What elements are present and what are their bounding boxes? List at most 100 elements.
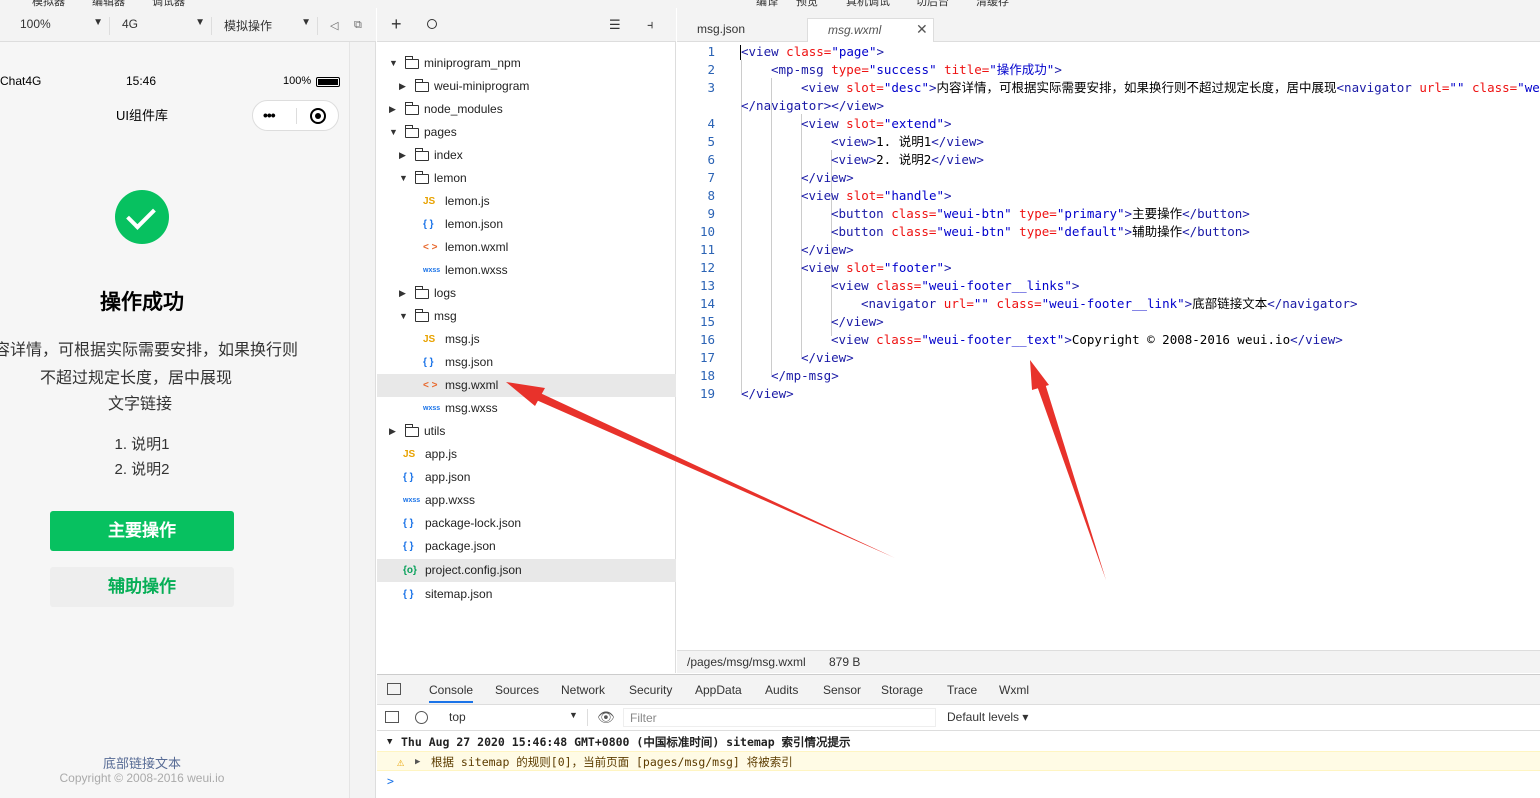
search-icon[interactable] (427, 19, 437, 29)
tree-item[interactable]: { } msg.json (377, 351, 676, 374)
tree-item[interactable]: ▶ index (377, 144, 676, 167)
code-line[interactable]: 6 <view>2. 说明2</view> (677, 151, 1540, 169)
primary-button[interactable]: 主要操作 (50, 511, 234, 551)
chevron-right-icon[interactable]: ▶ (399, 75, 406, 98)
chevron-right-icon[interactable]: ▶ (399, 282, 406, 305)
tree-item[interactable]: ▼ miniprogram_npm (377, 52, 676, 75)
code-line[interactable]: 2 <mp-msg type="success" title="操作成功"> (677, 61, 1540, 79)
code-line[interactable]: 10 <button class="weui-btn" type="default… (677, 223, 1540, 241)
collapse-list-icon[interactable]: ☰ (609, 17, 621, 33)
window-icon[interactable]: ⧉ (354, 19, 362, 32)
tree-item[interactable]: < > msg.wxml (377, 374, 676, 397)
tree-item[interactable]: ▼ lemon (377, 167, 676, 190)
code-line[interactable]: 14 <navigator url="" class="weui-footer__… (677, 295, 1540, 313)
code-line[interactable]: 13 <view class="weui-footer__links"> (677, 277, 1540, 295)
devtools-tab-trace[interactable]: Trace (947, 683, 977, 697)
menu-background[interactable]: 切后台 (916, 0, 949, 8)
chevron-down-icon[interactable]: ▼ (399, 305, 408, 328)
code-line[interactable]: 16 <view class="weui-footer__text">Copyri… (677, 331, 1540, 349)
code-line[interactable]: 3 <view slot="desc">内容详情，可根据实际需要安排，如果换行则不… (677, 79, 1540, 97)
code-line[interactable]: 4 <view slot="extend"> (677, 115, 1540, 133)
code-line[interactable]: 5 <view>1. 说明1</view> (677, 133, 1540, 151)
mode-select[interactable]: 模拟操作 ▼ (224, 17, 318, 35)
code-line[interactable]: 1 <view class="page"> (677, 43, 1540, 61)
inspect-icon[interactable] (387, 683, 401, 695)
devtools-tab-audits[interactable]: Audits (765, 683, 798, 697)
chevron-right-icon[interactable]: ▶ (389, 420, 396, 443)
footer-link[interactable]: 底部链接文本 (0, 753, 284, 772)
volume-icon[interactable]: ◁ (330, 19, 338, 32)
devtools-tab-wxml[interactable]: Wxml (999, 683, 1029, 697)
chevron-right-icon[interactable]: ▶ (399, 144, 406, 167)
default-button[interactable]: 辅助操作 (50, 567, 234, 607)
devtools-tab-sensor[interactable]: Sensor (823, 683, 861, 697)
tree-item[interactable]: JS msg.js (377, 328, 676, 351)
clear-icon[interactable] (415, 711, 428, 724)
devtools-tab-console[interactable]: Console (429, 683, 474, 703)
code-line[interactable]: 12 <view slot="footer"> (677, 259, 1540, 277)
expand-arrow-icon[interactable]: ▼ (387, 733, 392, 751)
tree-item[interactable]: ▼ pages (377, 121, 676, 144)
devtools-tab-appdata[interactable]: AppData (695, 683, 742, 697)
more-icon[interactable]: ••• (263, 107, 276, 123)
filter-input[interactable]: Filter (623, 708, 936, 727)
devtools-tab-sources[interactable]: Sources (495, 683, 539, 697)
menu-editor[interactable]: 编辑器 (92, 0, 125, 8)
network-select[interactable]: 4G ▼ (122, 17, 212, 35)
code-line[interactable]: 18 </mp-msg> (677, 367, 1540, 385)
menu-clear-cache[interactable]: 清缓存 (976, 0, 1009, 8)
tree-item[interactable]: wxss lemon.wxss (377, 259, 676, 282)
code-line[interactable]: 8 <view slot="handle"> (677, 187, 1540, 205)
tree-item[interactable]: ▼ msg (377, 305, 676, 328)
code-line[interactable]: 11 </view> (677, 241, 1540, 259)
zoom-select[interactable]: 100% ▼ (20, 17, 110, 35)
code-line[interactable]: 9 <button class="weui-btn" type="primary"… (677, 205, 1540, 223)
chevron-down-icon[interactable]: ▼ (389, 121, 398, 144)
code-line[interactable]: 7 </view> (677, 169, 1540, 187)
context-select[interactable]: top (449, 710, 466, 724)
tree-item[interactable]: JS app.js (377, 443, 676, 466)
menu-debugger[interactable]: 调试器 (152, 0, 185, 8)
tree-item[interactable]: { } sitemap.json (377, 583, 676, 606)
devtools-tab-storage[interactable]: Storage (881, 683, 923, 697)
log-warning[interactable]: ⚠ ▶ 根据 sitemap 的规则[0]，当前页面 [pages/msg/ms… (377, 751, 1540, 771)
tree-item[interactable]: JS lemon.js (377, 190, 676, 213)
code-line[interactable]: </navigator></view> (677, 97, 1540, 115)
tree-item[interactable]: { } package.json (377, 535, 676, 558)
log-sitemap-group[interactable]: ▼ Thu Aug 27 2020 15:46:48 GMT+0800 (中国标… (377, 733, 1540, 751)
capsule-menu[interactable]: ••• (252, 100, 339, 131)
devtools-tab-network[interactable]: Network (561, 683, 605, 697)
expand-arrow-icon[interactable]: ▶ (415, 752, 420, 772)
code-line[interactable]: 15 </view> (677, 313, 1540, 331)
code-line[interactable]: 17 </view> (677, 349, 1540, 367)
chevron-down-icon[interactable]: ▼ (399, 167, 408, 190)
tree-item[interactable]: wxss app.wxss (377, 489, 676, 512)
eye-icon[interactable]: 👁 (597, 709, 615, 726)
close-target-icon[interactable] (310, 108, 326, 124)
menu-compile[interactable]: 编译 (756, 0, 778, 8)
add-icon[interactable]: + (391, 14, 402, 35)
tree-item[interactable]: { } app.json (377, 466, 676, 489)
tree-item[interactable]: wxss msg.wxss (377, 397, 676, 420)
code-line[interactable]: 19 </view> (677, 385, 1540, 403)
close-icon[interactable]: ✕ (916, 21, 928, 38)
tree-item[interactable]: < > lemon.wxml (377, 236, 676, 259)
chevron-down-icon[interactable]: ▼ (389, 52, 398, 75)
code-editor[interactable]: 1 <view class="page"> 2 <mp-msg type="succe… (677, 42, 1540, 650)
console-prompt[interactable]: > (377, 772, 1540, 790)
menu-preview[interactable]: 预览 (796, 0, 818, 8)
chevron-right-icon[interactable]: ▶ (389, 98, 396, 121)
tree-item[interactable]: ▶ logs (377, 282, 676, 305)
tree-item[interactable]: { } lemon.json (377, 213, 676, 236)
tree-item[interactable]: ▶ node_modules (377, 98, 676, 121)
tree-item[interactable]: ▶ utils (377, 420, 676, 443)
devtools-tab-security[interactable]: Security (629, 683, 672, 697)
tree-item[interactable]: {o} project.config.json (377, 559, 676, 582)
tab-msg-wxml[interactable]: msg.wxml ✕ (807, 18, 934, 43)
tree-item[interactable]: { } package-lock.json (377, 512, 676, 535)
menu-simulator[interactable]: 模拟器 (32, 0, 65, 8)
sidebar-toggle-icon[interactable] (385, 711, 399, 723)
levels-select[interactable]: Default levels ▾ (947, 710, 1028, 724)
menu-real-debug[interactable]: 真机调试 (846, 0, 890, 8)
tree-item[interactable]: ▶ weui-miniprogram (377, 75, 676, 98)
